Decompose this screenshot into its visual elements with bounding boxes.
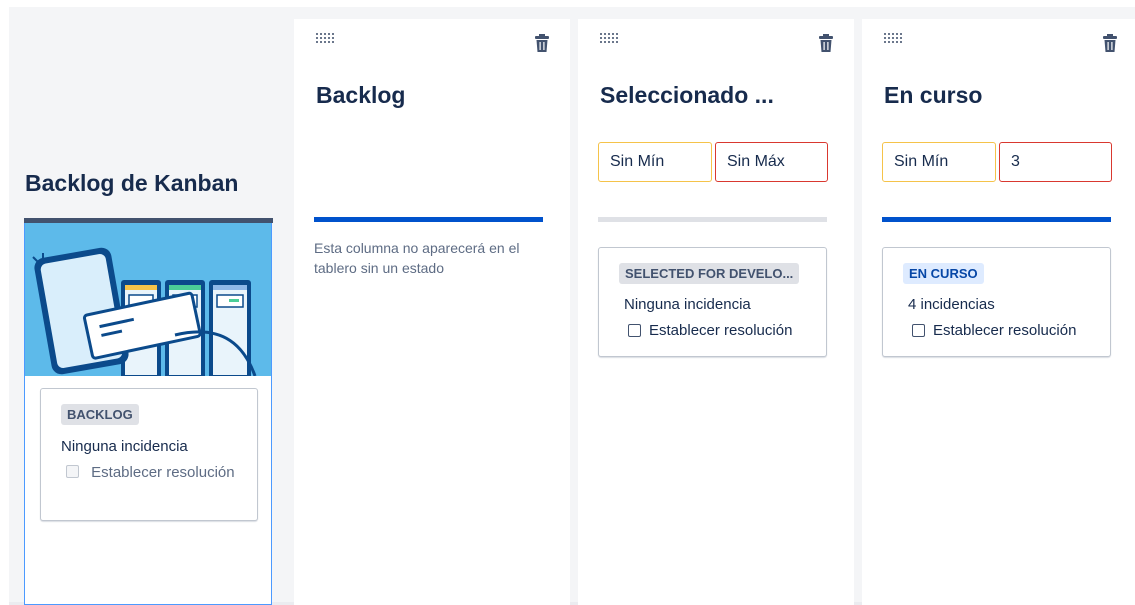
- drag-handle-icon[interactable]: [316, 31, 338, 45]
- set-resolution-label: Establecer resolución: [649, 322, 793, 339]
- column-backlog: Backlog Esta columna no aparecerá en el …: [294, 19, 570, 605]
- status-card[interactable]: SELECTED FOR DEVELO... Ninguna incidenci…: [598, 247, 827, 357]
- set-resolution-checkbox[interactable]: Establecer resolución: [912, 322, 1076, 339]
- column-title[interactable]: Backlog: [316, 82, 405, 109]
- checkbox-icon: [912, 324, 925, 337]
- issue-count: Ninguna incidencia: [624, 296, 751, 313]
- set-resolution-label: Establecer resolución: [933, 322, 1077, 339]
- backlog-status-card[interactable]: BACKLOG Ninguna incidencia Establecer re…: [40, 388, 258, 521]
- kanban-board-illustration: [25, 223, 271, 376]
- min-limit-input[interactable]: [882, 142, 996, 182]
- set-resolution-label: Establecer resolución: [91, 464, 235, 481]
- column-selected-for-development: Seleccionado ... SELECTED FOR DEVELO... …: [578, 19, 854, 605]
- set-resolution-checkbox[interactable]: Establecer resolución: [628, 322, 792, 339]
- status-lozenge: EN CURSO: [903, 263, 984, 284]
- column-title[interactable]: En curso: [884, 82, 982, 109]
- issue-count: 4 incidencias: [908, 296, 995, 313]
- column-status-bar: [314, 217, 543, 222]
- trash-icon[interactable]: [534, 33, 550, 53]
- set-resolution-checkbox[interactable]: Establecer resolución: [62, 462, 242, 484]
- column-status-bar: [598, 217, 827, 222]
- trash-icon[interactable]: [818, 33, 834, 53]
- column-status-bar: [882, 217, 1111, 222]
- trash-icon[interactable]: [1102, 33, 1118, 53]
- status-card[interactable]: EN CURSO 4 incidencias Establecer resolu…: [882, 247, 1111, 357]
- issue-count: Ninguna incidencia: [61, 438, 188, 455]
- drag-handle-icon[interactable]: [600, 31, 622, 45]
- kanban-backlog-title: Backlog de Kanban: [25, 170, 239, 196]
- max-limit-input[interactable]: [999, 142, 1112, 182]
- max-limit-input[interactable]: [715, 142, 828, 182]
- checkbox-icon: [66, 465, 79, 478]
- status-lozenge: BACKLOG: [61, 404, 139, 425]
- column-empty-note: Esta columna no aparecerá en el tablero …: [314, 240, 520, 276]
- column-title[interactable]: Seleccionado ...: [600, 82, 774, 109]
- drag-handle-icon[interactable]: [884, 31, 906, 45]
- checkbox-icon: [628, 324, 641, 337]
- column-in-progress: En curso EN CURSO 4 incidencias Establec…: [862, 19, 1135, 605]
- min-limit-input[interactable]: [598, 142, 712, 182]
- status-lozenge: SELECTED FOR DEVELO...: [619, 263, 800, 284]
